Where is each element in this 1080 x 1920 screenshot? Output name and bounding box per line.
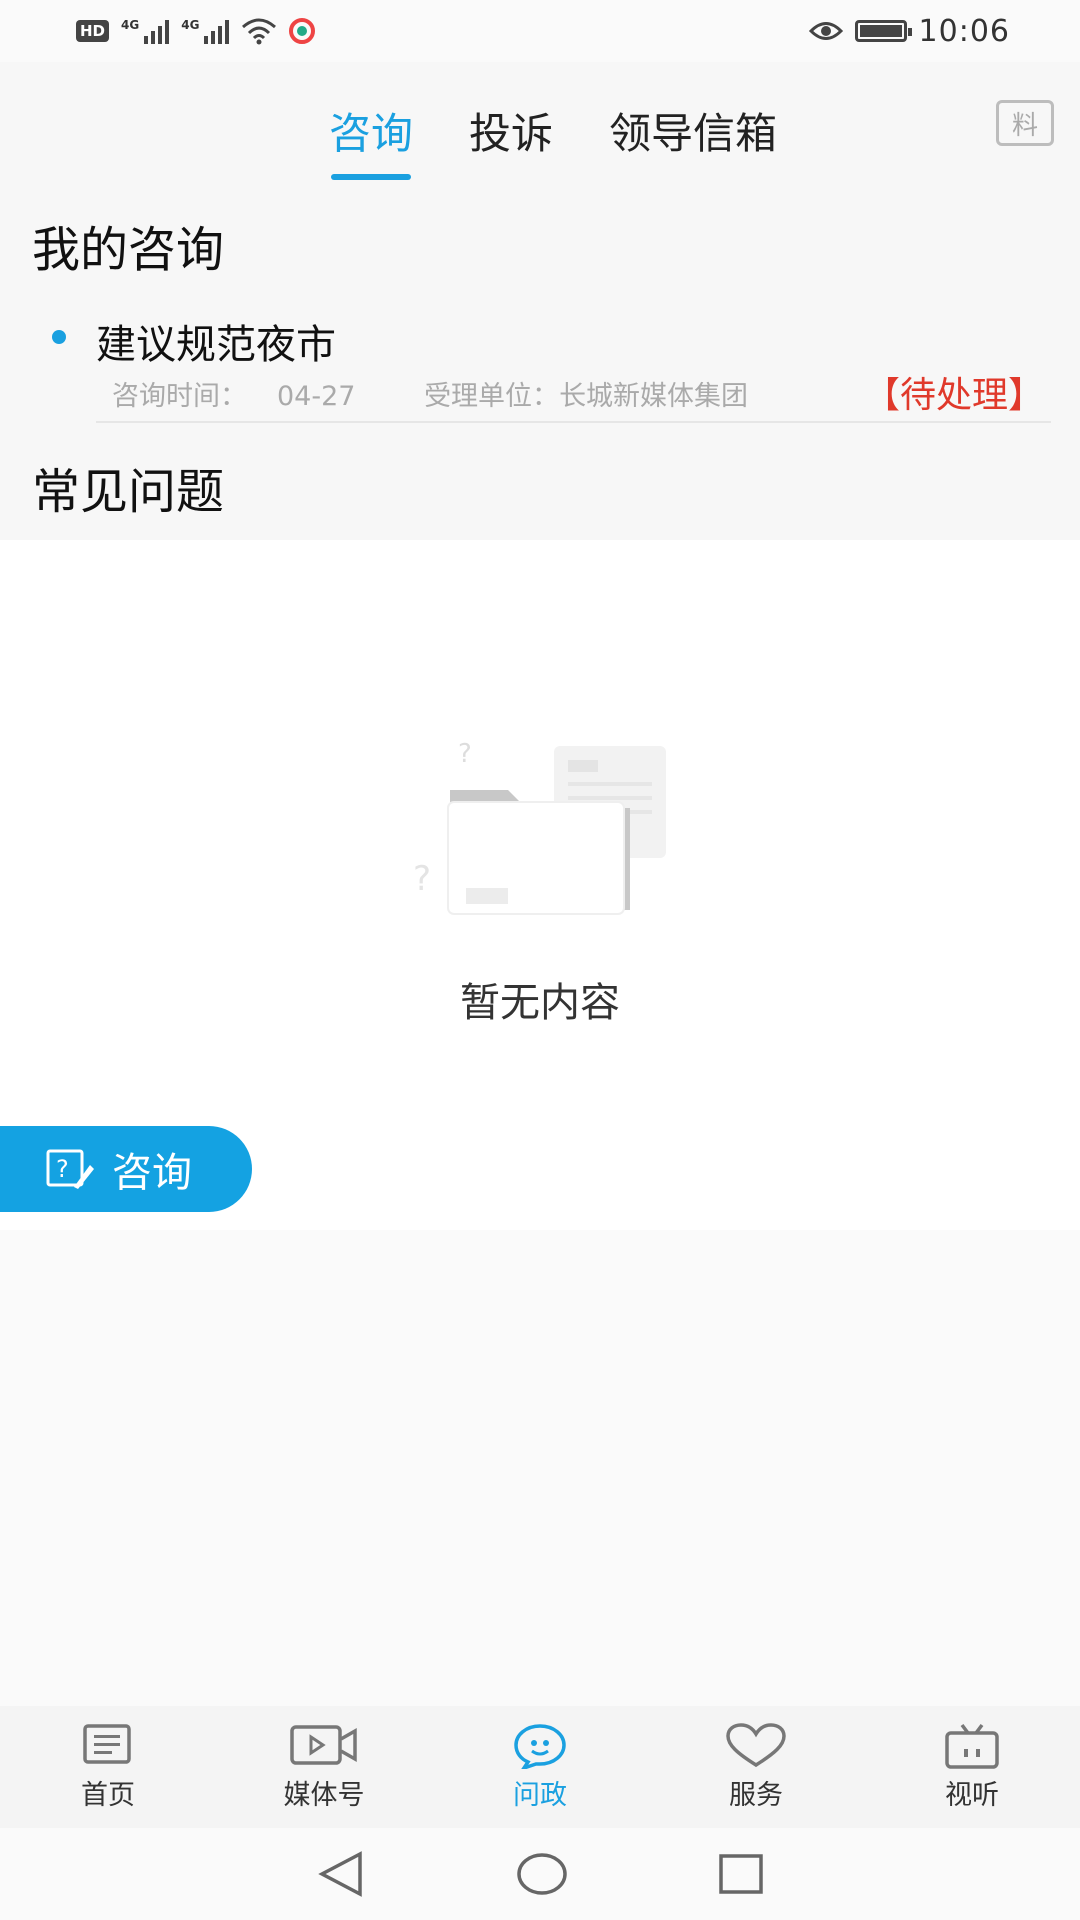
back-icon[interactable] — [316, 1850, 366, 1898]
app-notification-icon — [289, 18, 316, 44]
chat-icon — [514, 1723, 566, 1769]
divider — [96, 421, 1051, 423]
consult-fab[interactable]: ? 咨询 — [0, 1126, 252, 1212]
svg-text:?: ? — [56, 1155, 69, 1183]
consult-unit: 受理单位：长城新媒体集团 — [424, 381, 749, 412]
empty-folder-icon: ? ? — [413, 740, 666, 915]
nav-media[interactable]: 媒体号 — [249, 1723, 399, 1812]
home-circle-icon[interactable] — [516, 1852, 568, 1896]
recents-icon[interactable] — [718, 1853, 764, 1895]
eye-icon — [808, 22, 843, 40]
consult-time: 咨询时间： 04-27 — [112, 381, 356, 412]
video-icon — [290, 1724, 357, 1765]
bullet-dot — [52, 330, 66, 344]
battery-icon — [854, 20, 912, 42]
signal-icon: 4G — [181, 18, 230, 44]
tab-complaint[interactable]: 投诉 — [469, 62, 553, 180]
section-title: 我的咨询 — [32, 222, 225, 278]
edit-question-icon: ? — [46, 1149, 94, 1189]
news-icon — [83, 1723, 131, 1764]
signal-icon: 4G — [121, 18, 170, 44]
nav-audiovisual[interactable]: 视听 — [897, 1723, 1047, 1812]
tab-consult[interactable]: 咨询 — [329, 62, 413, 180]
status-bar-left: HD 4G 4G — [76, 17, 316, 45]
tip-off-button[interactable]: 料 — [996, 100, 1054, 146]
status-time: 10:06 — [918, 13, 1010, 49]
bottom-nav: 首页 媒体号 问政 服务 视听 — [0, 1706, 1080, 1828]
system-nav-bar — [0, 1828, 1080, 1920]
consult-item-meta: 咨询时间： 04-27 受理单位：长城新媒体集团 — [112, 374, 808, 413]
svg-text:?: ? — [458, 740, 472, 769]
consult-fab-label: 咨询 — [112, 1150, 192, 1196]
nav-home[interactable]: 首页 — [33, 1723, 183, 1812]
tab-leader-mailbox[interactable]: 领导信箱 — [609, 62, 777, 180]
status-bar: HD 4G 4G 10:06 — [0, 0, 1080, 62]
top-nav: 咨询 投诉 领导信箱 料 — [0, 62, 1080, 180]
nav-service[interactable]: 服务 — [681, 1722, 831, 1812]
tab-bar: 咨询 投诉 领导信箱 — [0, 62, 1080, 180]
nav-wenzheng[interactable]: 问政 — [465, 1723, 615, 1812]
empty-text: 暂无内容 — [460, 980, 620, 1026]
tip-off-icon: 料 — [1011, 110, 1038, 141]
consult-item-title: 建议规范夜市 — [96, 322, 336, 368]
svg-text:?: ? — [413, 859, 431, 899]
faq-title: 常见问题 — [32, 464, 225, 520]
status-badge: 【待处理】 — [863, 375, 1044, 416]
tv-icon — [945, 1723, 999, 1769]
wifi-icon — [242, 18, 277, 45]
heart-icon — [726, 1722, 786, 1767]
status-bar-right: 10:06 — [808, 13, 1010, 49]
hd-badge: HD — [76, 20, 110, 42]
